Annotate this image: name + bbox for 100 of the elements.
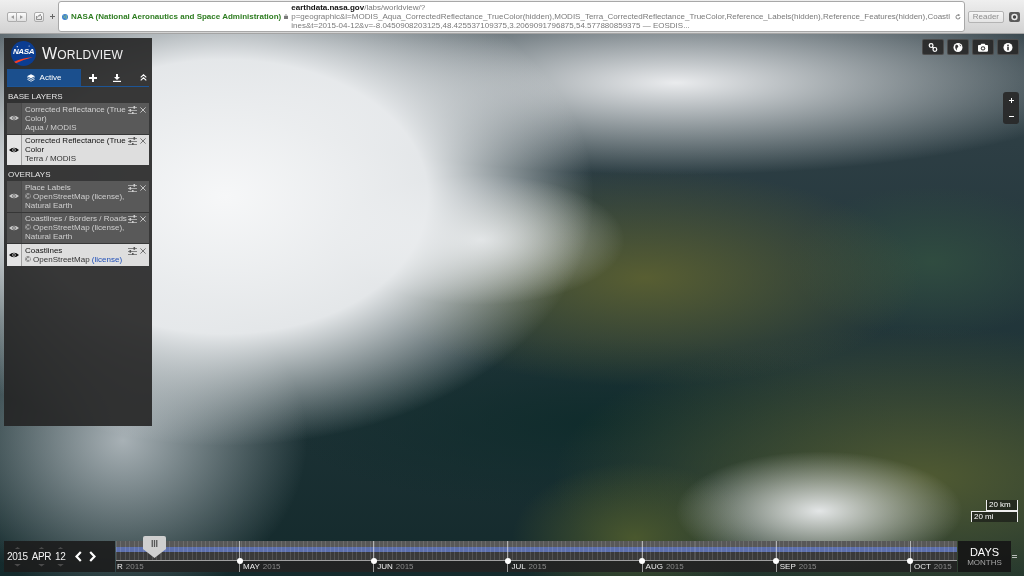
month-marker-icon (773, 557, 780, 564)
layer-row[interactable]: Coastlines © OpenStreetMap (license) (7, 244, 149, 266)
plus-icon (89, 73, 97, 82)
month-year: 2015 (798, 562, 817, 571)
month-name: AUG (645, 562, 663, 571)
visibility-toggle[interactable] (7, 134, 22, 165)
grip-icon[interactable] (1012, 555, 1017, 558)
layer-row[interactable]: Corrected Reflectance (True Color) Aqua / MODIS (7, 103, 149, 134)
visibility-toggle[interactable] (7, 244, 22, 266)
month-year: 2015 (395, 562, 414, 571)
timeline-track[interactable]: R 2015 MAY 2015 JUN 2015 JUL 2015 AUG 2015 SEP 2015 OCT 2015 (116, 541, 957, 572)
sliders-icon[interactable] (128, 137, 137, 145)
back-button[interactable] (7, 11, 17, 22)
next-day-button[interactable] (87, 549, 98, 564)
layer-row[interactable]: Coastlines / Borders / Roads © OpenStreetMap (license), Natural Earth (7, 212, 149, 243)
forward-button[interactable] (17, 11, 27, 22)
month-name: JUL (511, 562, 526, 571)
month-marker-icon (504, 557, 511, 564)
visibility-toggle[interactable] (7, 181, 22, 212)
sliders-icon[interactable] (128, 105, 137, 114)
close-icon[interactable] (140, 247, 146, 254)
month-year: 2015 (262, 562, 281, 571)
sliders-icon[interactable] (128, 215, 137, 223)
layers-icon (26, 73, 35, 82)
visibility-toggle[interactable] (7, 103, 22, 134)
layer-row[interactable]: Place Labels © OpenStreetMap (license), Natural Earth (7, 181, 149, 212)
forward-icon (20, 14, 23, 19)
sliders-icon[interactable] (128, 246, 137, 255)
globe-icon (953, 42, 963, 52)
month-name: OCT (913, 562, 931, 571)
section-heading: OVERLAYS (8, 170, 52, 179)
month-name: MAY (243, 562, 260, 571)
reload-icon[interactable] (954, 13, 961, 20)
zoom-level-option[interactable]: DAYS (969, 546, 1000, 558)
month-year: 2015 (665, 562, 684, 571)
month-year: 2015 (125, 562, 144, 571)
layer-name: Place Labels (25, 182, 72, 192)
info-button[interactable] (997, 39, 1019, 55)
scale-bar: 20 mi (971, 511, 1018, 522)
eye-icon (9, 224, 19, 231)
visibility-toggle[interactable] (7, 212, 22, 243)
layer-name: Coastlines (25, 245, 64, 255)
plus-icon (49, 14, 55, 19)
share-button[interactable] (34, 11, 44, 22)
date-month-field[interactable]: APR (31, 551, 52, 562)
layer-row[interactable]: Corrected Reflectance (True Color Terra / MODIS (7, 134, 149, 165)
eye-icon (9, 251, 19, 258)
record-icon[interactable] (1009, 11, 1020, 22)
layer-source: © OpenStreetMap (license) (25, 254, 124, 264)
layer-name: Corrected Reflectance (True Color) (25, 104, 127, 123)
eye-icon (9, 146, 19, 153)
active-layers-tab[interactable]: Active (7, 69, 81, 86)
date-year-field[interactable]: 2015 (7, 551, 28, 562)
timeline-handle[interactable] (143, 536, 167, 558)
projection-button[interactable] (947, 39, 969, 55)
logo-text: NASA (11, 48, 36, 56)
zoom-level-option[interactable]: MONTHS (967, 558, 1002, 567)
url-text: earthdata.nasa.gov/labs/worldview/?p=geographic&l=MODIS_Aqua_CorrectedReflectance_TrueColor(hidden),MODIS_Terra_CorrectedReflectance_TrueColor,Reference_Labels(hidden),Reference_Features(hidden),Coastlines&t=2015-04-12&v=-8.0450908203125,48.425537109375,3.2069091796875,54.577880859375 — EOSDIS... (291, 3, 952, 30)
sliders-icon[interactable] (128, 183, 137, 192)
camera-icon (978, 42, 988, 52)
date-day-field[interactable]: 12 (55, 551, 66, 562)
section-heading: BASE LAYERS (8, 92, 64, 101)
month-marker-icon (236, 557, 243, 564)
month-marker-icon (639, 557, 646, 564)
new-tab-button[interactable] (47, 11, 57, 22)
eye-icon (9, 193, 19, 200)
app-title: WORLDVIEW (42, 45, 123, 63)
address-bar[interactable] (58, 1, 965, 32)
site-identity: NASA (National Aeronautics and Space Administration) (71, 12, 282, 21)
layer-name: Coastlines / Borders / Roads (25, 214, 127, 223)
download-icon (113, 73, 121, 82)
layer-source: Terra / MODIS (25, 154, 78, 163)
zoom-in-icon (1008, 97, 1014, 103)
snapshot-button[interactable] (972, 39, 994, 55)
month-name: R (117, 562, 123, 571)
globe-icon (62, 13, 68, 20)
double-chevron-up-icon (139, 74, 147, 81)
lock-icon (284, 14, 289, 19)
share-icon (36, 13, 42, 20)
close-icon[interactable] (140, 138, 146, 144)
month-name: JUN (377, 562, 393, 571)
month-marker-icon (907, 557, 914, 564)
chevron-right-icon (88, 551, 96, 562)
month-year: 2015 (933, 562, 952, 571)
share-link-button[interactable] (922, 39, 944, 55)
layer-source: © OpenStreetMap (license), Natural Earth (25, 223, 126, 241)
license-link[interactable]: (license) (91, 254, 123, 264)
chevron-left-icon (74, 551, 82, 562)
layer-source: Aqua / MODIS (25, 122, 78, 132)
scale-bar: 20 km (986, 500, 1018, 511)
month-marker-icon (370, 557, 377, 564)
layer-source: © OpenStreetMap (license), Natural Earth (25, 191, 126, 210)
logo-icon (11, 40, 36, 66)
link-icon (928, 42, 938, 52)
previous-day-button[interactable] (73, 549, 84, 564)
eye-icon (9, 115, 19, 122)
info-icon (1003, 42, 1013, 52)
month-year: 2015 (528, 562, 547, 571)
back-icon (10, 14, 14, 19)
month-name: SEP (779, 562, 796, 571)
